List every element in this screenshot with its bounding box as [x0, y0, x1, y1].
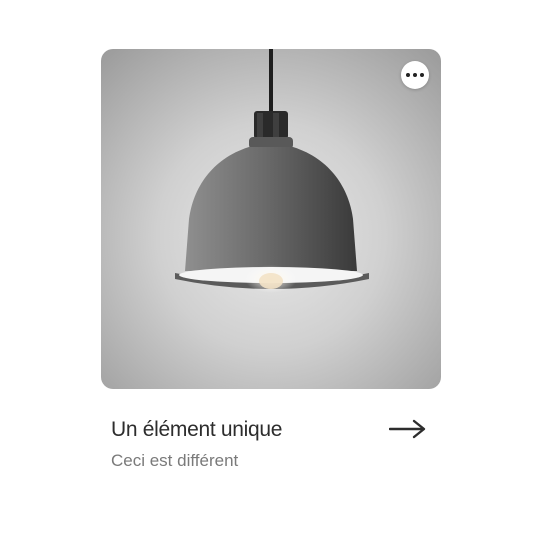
- card-image: [101, 49, 441, 389]
- card-title: Un élément unique: [111, 418, 283, 441]
- more-horizontal-icon: [413, 73, 417, 77]
- more-options-button[interactable]: [401, 61, 429, 89]
- card-subtitle: Ceci est différent: [111, 451, 239, 470]
- pendant-lamp-image: [175, 49, 369, 293]
- card-meta: Un élément unique Ceci est différent: [101, 389, 441, 471]
- product-card[interactable]: Un élément unique Ceci est différent: [101, 49, 441, 471]
- arrow-right-icon[interactable]: [389, 419, 427, 439]
- more-horizontal-icon: [406, 73, 410, 77]
- more-horizontal-icon: [420, 73, 424, 77]
